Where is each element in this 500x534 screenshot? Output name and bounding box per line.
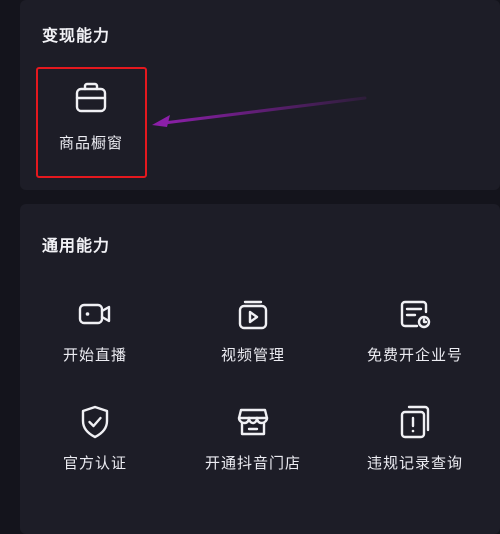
product-showcase-label: 商品橱窗	[58, 134, 123, 152]
live-camera-icon	[78, 303, 111, 325]
start-live-label: 开始直播	[62, 346, 127, 364]
violation-record-icon	[400, 405, 430, 439]
open-store-label: 开通抖音门店	[204, 454, 301, 472]
violation-record-label: 违规记录查询	[366, 454, 463, 472]
monetization-section-title: 变现能力	[42, 26, 111, 45]
video-manage-icon	[238, 300, 268, 330]
general-section: 通用能力 开始直播 视频管理 免费开企业号 官方认证 开通抖音门店 违规记录查询	[20, 204, 500, 534]
monetization-section: 变现能力 商品橱窗	[20, 0, 500, 190]
shield-check-icon	[81, 405, 109, 439]
storefront-icon	[237, 408, 269, 436]
video-management-button[interactable]: 视频管理	[178, 294, 328, 365]
official-certification-button[interactable]: 官方认证	[20, 402, 170, 473]
start-live-button[interactable]: 开始直播	[20, 294, 170, 365]
video-management-label: 视频管理	[220, 346, 285, 364]
enterprise-account-icon	[400, 300, 431, 329]
shopping-bag-icon	[75, 82, 107, 113]
official-certification-label: 官方认证	[62, 454, 127, 472]
open-store-button[interactable]: 开通抖音门店	[178, 402, 328, 473]
violation-record-button[interactable]: 违规记录查询	[340, 402, 490, 473]
free-enterprise-account-label: 免费开企业号	[366, 346, 463, 364]
general-section-title: 通用能力	[42, 236, 111, 255]
free-enterprise-account-button[interactable]: 免费开企业号	[340, 294, 490, 365]
product-showcase-button[interactable]: 商品橱窗	[36, 78, 146, 153]
